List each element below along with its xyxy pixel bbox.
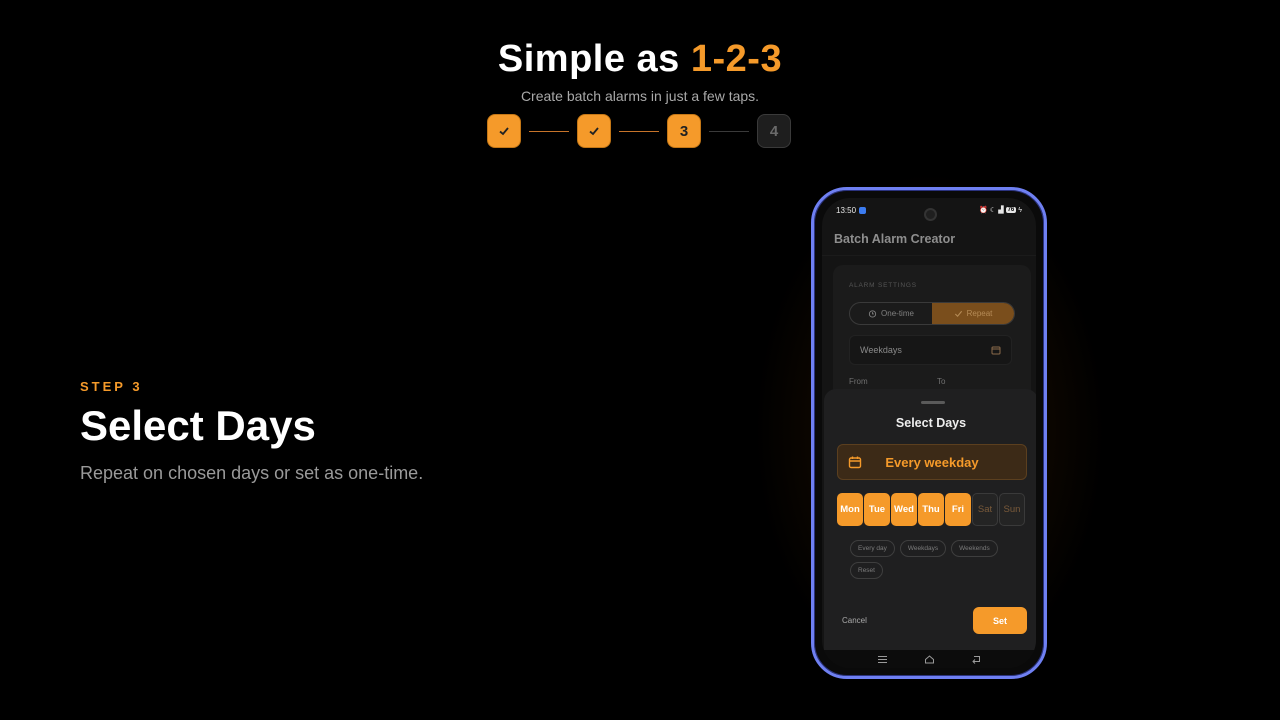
preset-weekends-chip[interactable]: Weekends bbox=[951, 540, 998, 557]
mode-option-label: Repeat bbox=[966, 309, 993, 318]
step-3-indicator[interactable]: 3 bbox=[667, 114, 701, 148]
battery-icon: 76 bbox=[1005, 207, 1017, 213]
hero-title: Simple as 1-2-3 bbox=[0, 38, 1280, 81]
alarm-clock-icon bbox=[868, 310, 877, 318]
phone-side-button bbox=[1044, 390, 1047, 450]
day-sat-toggle[interactable]: Sat bbox=[972, 493, 998, 526]
hero-subtitle: Create batch alarms in just a few taps. bbox=[520, 88, 760, 104]
select-days-sheet: Select Days Every weekday Mon Tue Wed Th… bbox=[824, 389, 1036, 650]
day-picker: Mon Tue Wed Thu Fri Sat Sun bbox=[837, 493, 1025, 526]
preset-weekdays-chip[interactable]: Weekdays bbox=[899, 540, 947, 557]
preset-reset-chip[interactable]: Reset bbox=[850, 562, 883, 579]
app-notification-icon bbox=[859, 206, 867, 214]
day-tue-toggle[interactable]: Tue bbox=[864, 493, 890, 526]
system-nav-bar bbox=[822, 650, 1036, 668]
day-fri-toggle[interactable]: Fri bbox=[945, 493, 971, 526]
from-label: From bbox=[849, 377, 868, 386]
day-sun-toggle[interactable]: Sun bbox=[999, 493, 1025, 526]
step-1-indicator[interactable] bbox=[487, 114, 521, 148]
mode-option-repeat[interactable]: Repeat bbox=[932, 303, 1014, 324]
check-icon bbox=[954, 310, 962, 318]
mode-option-label: One-time bbox=[881, 309, 914, 318]
moon-icon: ☾ bbox=[989, 207, 997, 214]
days-summary-text: Every weekday bbox=[885, 454, 979, 470]
step-2-indicator[interactable] bbox=[577, 114, 611, 148]
day-thu-toggle[interactable]: Thu bbox=[918, 493, 944, 526]
phone-screen: 13:50 ⏰ ☾ ▟ 76 ϟ Batch Alarm Creator ALA… bbox=[822, 198, 1036, 668]
step-kicker: STEP 3 bbox=[80, 379, 143, 394]
calendar-icon bbox=[848, 456, 862, 469]
step-connector bbox=[619, 130, 659, 132]
repeat-days-value: Weekdays bbox=[860, 345, 902, 355]
days-summary: Every weekday bbox=[837, 444, 1027, 480]
preset-every-day-chip[interactable]: Every day bbox=[850, 540, 895, 557]
calendar-icon bbox=[991, 346, 1001, 355]
step-progress: 3 4 bbox=[487, 114, 791, 148]
mode-option-one-time[interactable]: One-time bbox=[850, 303, 932, 324]
sheet-title: Select Days bbox=[895, 416, 967, 430]
step-title: Select Days bbox=[80, 402, 316, 449]
app-header-divider bbox=[822, 255, 1036, 256]
signal-icon: ▟ bbox=[998, 207, 1004, 214]
mode-toggle: One-time Repeat bbox=[849, 302, 1015, 325]
phone-side-button bbox=[1044, 325, 1047, 365]
set-button[interactable]: Set bbox=[973, 607, 1027, 634]
step-connector bbox=[709, 130, 749, 132]
preset-chips: Every day Weekdays Weekends Reset bbox=[850, 540, 1020, 579]
home-icon[interactable] bbox=[924, 654, 935, 664]
repeat-days-field[interactable]: Weekdays bbox=[849, 335, 1012, 365]
phone-mockup: 13:50 ⏰ ☾ ▟ 76 ϟ Batch Alarm Creator ALA… bbox=[811, 187, 1047, 679]
alarm-settings-label: ALARM SETTINGS bbox=[849, 282, 917, 289]
hero-title-accent: 1-2-3 bbox=[690, 38, 783, 80]
front-camera bbox=[924, 208, 937, 221]
step-connector bbox=[529, 130, 569, 132]
menu-icon[interactable] bbox=[877, 655, 888, 664]
status-time: 13:50 bbox=[836, 205, 857, 215]
day-wed-toggle[interactable]: Wed bbox=[891, 493, 917, 526]
step-description: Repeat on chosen days or set as one-time… bbox=[80, 463, 424, 483]
day-mon-toggle[interactable]: Mon bbox=[837, 493, 863, 526]
check-icon bbox=[499, 127, 509, 136]
step-4-indicator[interactable]: 4 bbox=[757, 114, 791, 148]
to-label: To bbox=[937, 377, 946, 386]
sheet-handle[interactable] bbox=[921, 401, 945, 404]
hero-title-plain: Simple as bbox=[497, 38, 680, 80]
charging-icon: ϟ bbox=[1018, 206, 1022, 214]
alarm-icon: ⏰ bbox=[979, 207, 988, 214]
back-icon[interactable] bbox=[971, 655, 982, 664]
cancel-button[interactable]: Cancel bbox=[842, 616, 867, 625]
check-icon bbox=[589, 127, 599, 136]
app-title: Batch Alarm Creator bbox=[834, 232, 956, 246]
